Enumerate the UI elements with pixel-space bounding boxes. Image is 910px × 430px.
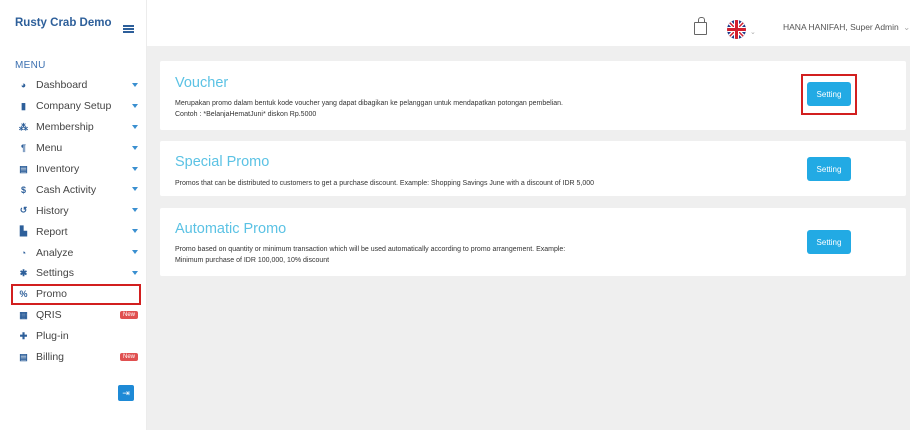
palette-icon: ◕ — [20, 80, 27, 91]
dollar-icon: $ — [20, 184, 26, 195]
receipt-icon: ▤ — [19, 351, 28, 362]
sidebar-item-label: Inventory — [36, 163, 80, 175]
automatic-promo-card: Automatic Promo Promo based on quantity … — [160, 208, 906, 276]
sidebar-item-label: Promo — [36, 288, 67, 301]
card-description: Merupakan promo dalam bentuk kode vouche… — [175, 100, 563, 118]
sidebar-item-analyze[interactable]: ◔ Analyze — [0, 242, 147, 263]
caret-down-icon — [132, 208, 138, 213]
sidebar-item-label: QRIS — [36, 309, 62, 322]
sidebar-menu: ◕ Dashboard ▮ Company Setup ⁂ Membership ¶ Menu… — [0, 75, 147, 367]
sidebar-item-label: History — [36, 204, 69, 217]
caret-down-icon — [132, 229, 138, 234]
utensils-icon: ¶ — [20, 143, 26, 154]
sidebar-item-label: Analyze — [36, 246, 74, 259]
sign-out-icon: ⇥ — [122, 387, 130, 398]
automatic-promo-setting-button[interactable]: Setting — [807, 230, 851, 254]
top-bar: ⌄ HANA HANIFAH, Super Admin ⌄ — [147, 0, 910, 46]
collapse-sidebar-button[interactable]: ⇥ — [118, 385, 134, 401]
sidebar-item-company-setup[interactable]: ▮ Company Setup — [0, 96, 147, 117]
sidebar-item-promo[interactable]: % Promo — [11, 283, 141, 305]
sidebar-item-label: Settings — [36, 267, 74, 280]
language-dropdown-icon[interactable]: ⌄ — [750, 28, 756, 36]
card-description: Promo based on quantity or minimum trans… — [175, 246, 566, 264]
menu-section-header: MENU — [15, 60, 46, 71]
sidebar-item-qris[interactable]: ▦ QRIS New — [0, 305, 147, 326]
sidebar-item-membership[interactable]: ⁂ Membership — [0, 117, 147, 138]
special-promo-card: Special Promo Promos that can be distrib… — [160, 141, 906, 196]
sidebar-item-settings[interactable]: ✱ Settings — [0, 263, 147, 284]
sidebar-item-label: Billing — [36, 351, 65, 364]
caret-down-icon — [132, 271, 138, 276]
sidebar-item-history[interactable]: ↺ History — [0, 200, 147, 221]
percent-icon: % — [19, 289, 28, 300]
card-title: Voucher — [175, 75, 229, 91]
caret-down-icon — [132, 187, 138, 192]
hamburger-menu-icon[interactable] — [123, 25, 134, 33]
sidebar-item-inventory[interactable]: ▤ Inventory — [0, 159, 147, 180]
special-promo-setting-button[interactable]: Setting — [807, 157, 851, 181]
card-description: Promos that can be distributed to custom… — [175, 180, 595, 187]
caret-down-icon — [132, 145, 138, 150]
gear-icon: ✱ — [19, 267, 28, 278]
sidebar-item-label: Plug-in — [36, 330, 69, 343]
shopping-bag-icon[interactable] — [694, 17, 707, 35]
sidebar-item-label: Report — [36, 225, 68, 238]
uk-flag-icon[interactable] — [727, 20, 746, 39]
pie-chart-icon: ◔ — [20, 247, 27, 258]
app-root: Rusty Crab Demo MENU ◕ Dashboard ▮ Company … — [0, 0, 910, 430]
sidebar-item-report[interactable]: ▙ Report — [0, 221, 147, 242]
voucher-setting-button[interactable]: Setting — [807, 82, 851, 106]
new-badge: New — [119, 310, 138, 319]
voucher-card: Voucher Merupakan promo dalam bentuk kod… — [160, 61, 906, 130]
new-badge: New — [119, 352, 138, 361]
caret-down-icon — [132, 166, 138, 171]
card-title: Automatic Promo — [175, 221, 287, 237]
sidebar-item-label: Company Setup — [36, 100, 112, 113]
sidebar: Rusty Crab Demo MENU ◕ Dashboard ▮ Company … — [0, 0, 147, 430]
sidebar-item-label: Membership — [36, 121, 94, 134]
card-title: Special Promo — [175, 154, 270, 170]
brand-name[interactable]: Rusty Crab Demo — [15, 17, 112, 29]
sidebar-item-menu[interactable]: ¶ Menu — [0, 138, 147, 159]
box-icon: ▤ — [19, 163, 28, 174]
users-icon: ⁂ — [19, 121, 28, 132]
caret-down-icon — [132, 124, 138, 129]
main-content: Voucher Merupakan promo dalam bentuk kod… — [147, 46, 910, 430]
chevron-down-icon: ⌄ — [903, 22, 910, 32]
sidebar-item-label: Dashboard — [36, 79, 88, 92]
puzzle-icon: ✚ — [19, 330, 28, 341]
sidebar-item-dashboard[interactable]: ◕ Dashboard — [0, 75, 147, 96]
brand-header: Rusty Crab Demo — [0, 0, 146, 46]
sidebar-item-label: Cash Activity — [36, 183, 97, 196]
sidebar-item-cash-activity[interactable]: $ Cash Activity — [0, 179, 147, 200]
user-menu[interactable]: HANA HANIFAH, Super Admin ⌄ — [783, 22, 910, 33]
caret-down-icon — [132, 83, 138, 87]
qr-code-icon: ▦ — [19, 309, 28, 320]
sidebar-item-billing[interactable]: ▤ Billing New — [0, 347, 147, 368]
file-icon: ▙ — [20, 226, 27, 237]
user-name-label: HANA HANIFAH, Super Admin — [783, 22, 899, 32]
caret-down-icon — [132, 250, 138, 255]
sidebar-item-plug-in[interactable]: ✚ Plug-in — [0, 326, 147, 347]
sidebar-item-label: Menu — [36, 142, 63, 155]
history-icon: ↺ — [19, 205, 28, 216]
building-icon: ▮ — [21, 100, 26, 111]
caret-down-icon — [132, 103, 138, 108]
